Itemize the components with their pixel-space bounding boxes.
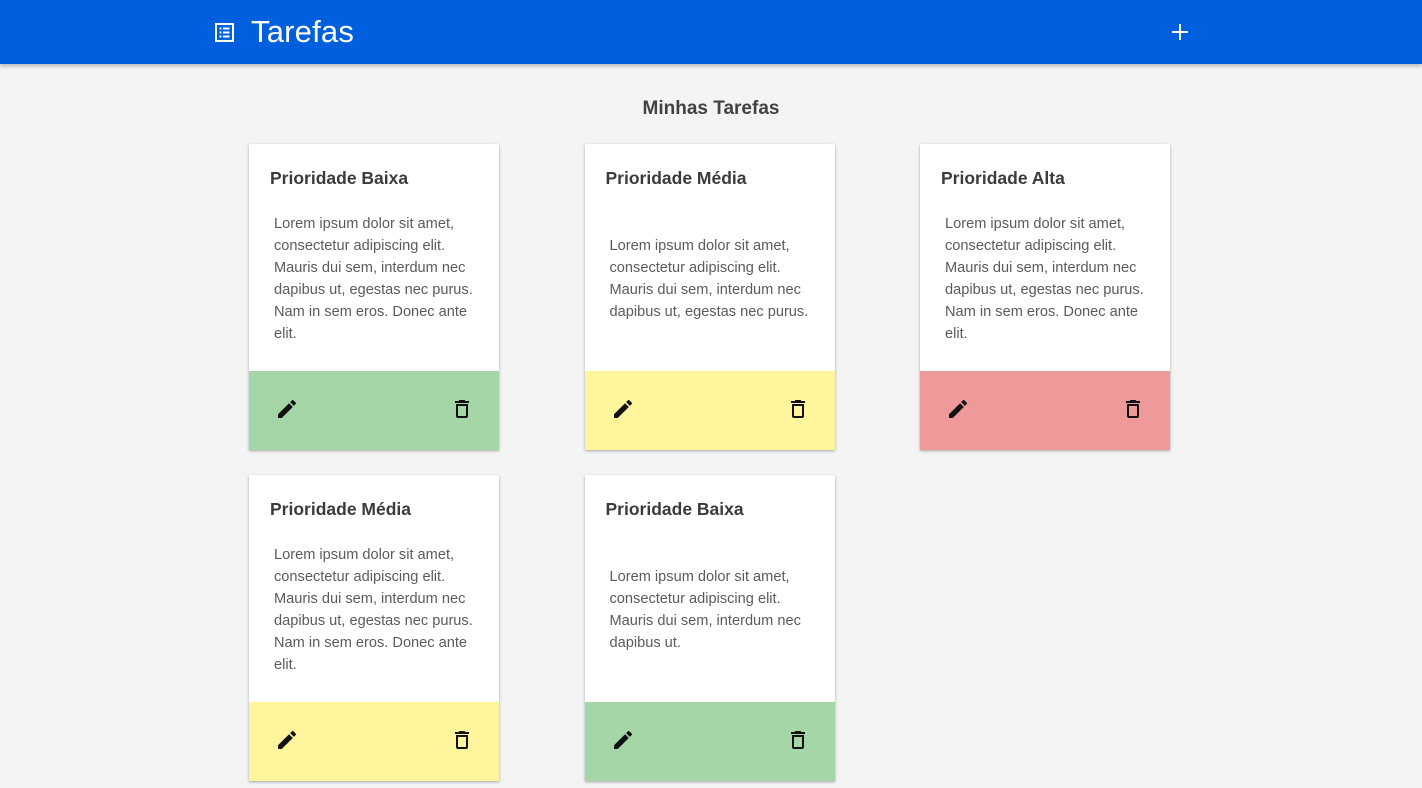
task-body: Lorem ipsum dolor sit amet, consectetur … <box>606 189 815 371</box>
pencil-icon <box>611 728 635 752</box>
task-card-content: Prioridade Alta Lorem ipsum dolor sit am… <box>920 144 1170 371</box>
task-card-content: Prioridade Baixa Lorem ipsum dolor sit a… <box>249 144 499 371</box>
task-card-content: Prioridade Média Lorem ipsum dolor sit a… <box>249 475 499 702</box>
delete-task-button[interactable] <box>786 397 810 421</box>
task-actions <box>920 371 1170 450</box>
edit-task-button[interactable] <box>275 397 299 421</box>
delete-task-button[interactable] <box>450 728 474 752</box>
task-title: Prioridade Alta <box>941 168 1065 188</box>
task-body: Lorem ipsum dolor sit amet, consectetur … <box>606 520 815 702</box>
task-title: Prioridade Baixa <box>605 499 744 519</box>
task-description: Lorem ipsum dolor sit amet, consectetur … <box>945 215 1144 342</box>
app-header: Tarefas <box>0 0 1422 64</box>
task-description: Lorem ipsum dolor sit amet, consectetur … <box>609 237 809 320</box>
task-title: Prioridade Média <box>270 499 412 519</box>
trash-icon <box>1121 397 1145 421</box>
task-description: Lorem ipsum dolor sit amet, consectetur … <box>274 215 473 342</box>
task-card: Prioridade Média Lorem ipsum dolor sit a… <box>584 144 835 450</box>
delete-task-button[interactable] <box>450 397 474 421</box>
app-title: Tarefas <box>251 14 355 49</box>
task-title: Prioridade Média <box>605 168 747 188</box>
task-card-content: Prioridade Baixa Lorem ipsum dolor sit a… <box>585 475 835 702</box>
trash-icon <box>450 397 474 421</box>
task-actions <box>249 371 499 450</box>
task-body: Lorem ipsum dolor sit amet, consectetur … <box>941 189 1150 371</box>
trash-icon <box>786 728 810 752</box>
page-heading: Minhas Tarefas <box>642 98 780 119</box>
task-card-content: Prioridade Média Lorem ipsum dolor sit a… <box>585 144 835 371</box>
brand: Tarefas <box>212 0 354 64</box>
trash-icon <box>786 397 810 421</box>
task-actions <box>249 702 499 781</box>
pencil-icon <box>275 728 299 752</box>
task-card: Prioridade Média Lorem ipsum dolor sit a… <box>249 475 499 781</box>
task-description: Lorem ipsum dolor sit amet, consectetur … <box>274 546 473 673</box>
trash-icon <box>450 728 474 752</box>
edit-task-button[interactable] <box>611 397 635 421</box>
pencil-icon <box>946 397 970 421</box>
delete-task-button[interactable] <box>1121 397 1145 421</box>
edit-task-button[interactable] <box>946 397 970 421</box>
task-card: Prioridade Baixa Lorem ipsum dolor sit a… <box>249 144 499 450</box>
task-body: Lorem ipsum dolor sit amet, consectetur … <box>270 189 479 371</box>
edit-task-button[interactable] <box>275 728 299 752</box>
pencil-icon <box>275 397 299 421</box>
delete-task-button[interactable] <box>786 728 810 752</box>
list-alt-icon <box>212 20 236 44</box>
task-actions <box>584 371 835 450</box>
pencil-icon <box>611 397 635 421</box>
task-body: Lorem ipsum dolor sit amet, consectetur … <box>270 520 479 702</box>
plus-icon <box>1172 24 1188 40</box>
task-description: Lorem ipsum dolor sit amet, consectetur … <box>609 568 801 651</box>
task-actions <box>584 702 835 781</box>
edit-task-button[interactable] <box>611 728 635 752</box>
task-card: Prioridade Baixa Lorem ipsum dolor sit a… <box>584 475 835 781</box>
task-card: Prioridade Alta Lorem ipsum dolor sit am… <box>920 144 1170 450</box>
add-task-button[interactable] <box>1166 18 1194 46</box>
task-grid: Prioridade Baixa Lorem ipsum dolor sit a… <box>249 144 1170 781</box>
task-title: Prioridade Baixa <box>270 168 409 188</box>
